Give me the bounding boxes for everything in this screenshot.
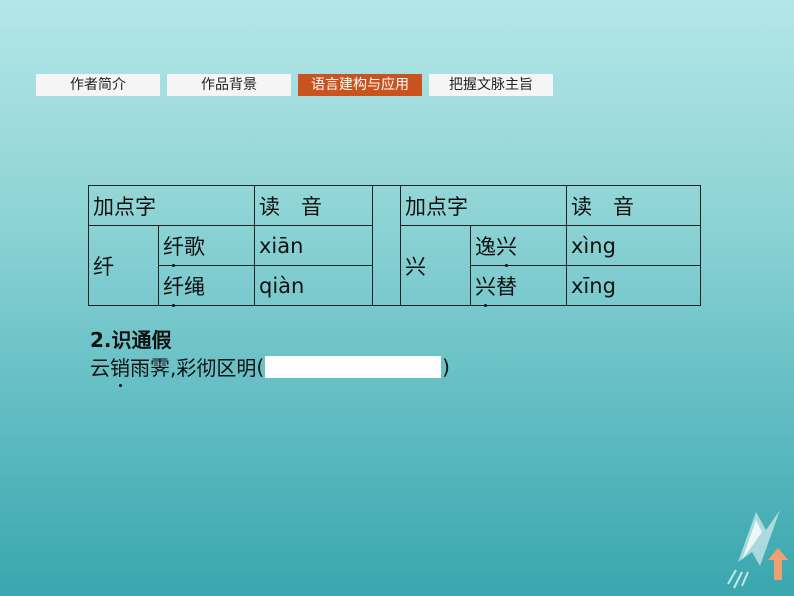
slide-content: 加点字 读 音 加点字 读 音 纤 纤歌 xiān 兴 逸兴 xìng 纤绳 q… xyxy=(60,120,740,400)
header-char-right: 加点字 xyxy=(400,185,567,226)
section-heading: 2.识通假 xyxy=(90,328,172,352)
word-cell: 纤歌 xyxy=(158,225,255,267)
dotted-char: 销 xyxy=(110,352,130,387)
reading-cell: qiàn xyxy=(254,265,373,306)
dotted-char: 纤 xyxy=(163,271,184,307)
dotted-char: 纤 xyxy=(163,231,184,267)
char-left: 纤 xyxy=(88,225,159,306)
tab-author-intro[interactable]: 作者简介 xyxy=(36,74,160,96)
reading-cell: xiān xyxy=(254,225,373,266)
answer-blank[interactable] xyxy=(265,355,442,378)
char-right: 兴 xyxy=(400,225,471,306)
dotted-char: 兴 xyxy=(475,271,496,307)
rocket-arrow-icon xyxy=(727,510,788,589)
header-reading-left: 读 音 xyxy=(254,185,373,226)
example-sentence: 云销雨霁,彩彻区明() xyxy=(90,352,450,387)
tab-bar: 作者简介 作品背景 语言建构与应用 把握文脉主旨 xyxy=(36,74,556,96)
up-arrow-icon[interactable] xyxy=(768,548,788,580)
header-char-left: 加点字 xyxy=(88,185,255,226)
tab-text-theme[interactable]: 把握文脉主旨 xyxy=(429,74,553,96)
reading-cell: xīng xyxy=(566,265,701,306)
pronunciation-table: 加点字 读 音 加点字 读 音 纤 纤歌 xiān 兴 逸兴 xìng 纤绳 q… xyxy=(88,185,701,307)
dotted-char: 兴 xyxy=(496,231,517,267)
word-cell: 兴替 xyxy=(470,265,567,307)
reading-cell: xìng xyxy=(566,225,701,266)
word-cell: 纤绳 xyxy=(158,265,255,307)
table-spacer xyxy=(372,185,401,306)
tab-language-construction[interactable]: 语言建构与应用 xyxy=(298,74,422,96)
table-header-row: 加点字 读 音 加点字 读 音 xyxy=(88,185,701,306)
word-cell: 逸兴 xyxy=(470,225,567,267)
header-reading-right: 读 音 xyxy=(566,185,701,226)
tab-work-background[interactable]: 作品背景 xyxy=(167,74,291,96)
